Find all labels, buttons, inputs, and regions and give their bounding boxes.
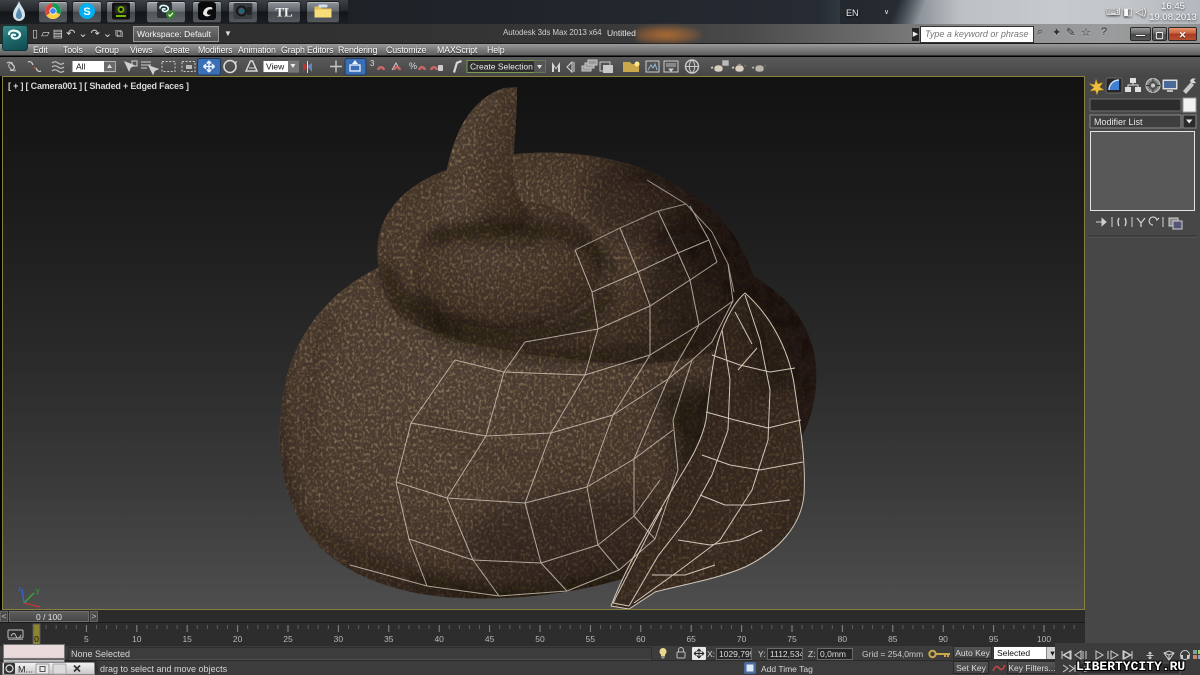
svg-text:5: 5 [84, 634, 89, 644]
svg-text:0: 0 [34, 634, 39, 644]
svg-text:30: 30 [334, 634, 344, 644]
svg-text:3: 3 [370, 59, 375, 68]
svg-text:50: 50 [535, 634, 545, 644]
svg-text:65: 65 [686, 634, 696, 644]
svg-text:15: 15 [182, 634, 192, 644]
svg-text:10: 10 [132, 634, 142, 644]
svg-text:25: 25 [283, 634, 293, 644]
svg-text:z: z [18, 586, 22, 593]
svg-text:75: 75 [787, 634, 797, 644]
svg-text:M...: M... [18, 665, 33, 675]
svg-text:90: 90 [938, 634, 948, 644]
svg-text:70: 70 [737, 634, 747, 644]
svg-text:55: 55 [586, 634, 596, 644]
svg-text:100: 100 [1037, 634, 1051, 644]
svg-text:45: 45 [485, 634, 495, 644]
svg-text:35: 35 [384, 634, 394, 644]
svg-text:95: 95 [989, 634, 999, 644]
svg-text:80: 80 [838, 634, 848, 644]
svg-text:y: y [36, 588, 40, 595]
svg-text:20: 20 [233, 634, 243, 644]
svg-text:40: 40 [434, 634, 444, 644]
svg-text:View: View [266, 62, 285, 72]
svg-text:S: S [83, 6, 90, 18]
svg-text:60: 60 [636, 634, 646, 644]
svg-text:%: % [409, 61, 417, 71]
svg-text:85: 85 [888, 634, 898, 644]
svg-text:All: All [76, 62, 86, 72]
svg-text:Modifier List: Modifier List [1094, 117, 1143, 127]
